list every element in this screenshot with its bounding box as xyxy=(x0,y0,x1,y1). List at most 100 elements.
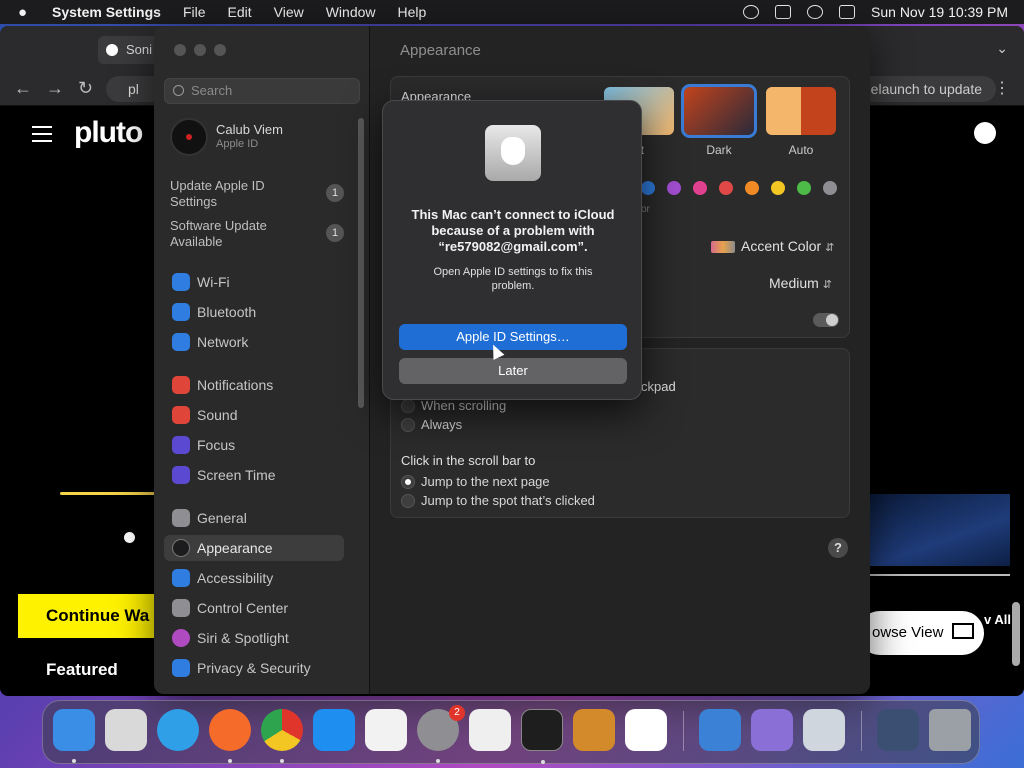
forward-arrow-icon[interactable]: → xyxy=(46,78,64,99)
menu-edit[interactable]: Edit xyxy=(228,4,252,20)
sidebar-item-sound[interactable]: Sound xyxy=(164,402,344,428)
sidebar-item-accessibility[interactable]: Accessibility xyxy=(164,565,344,591)
reload-icon[interactable]: ↻ xyxy=(78,78,93,99)
apple-menu-icon[interactable]: ● xyxy=(18,4,38,21)
terminal-icon[interactable] xyxy=(521,709,563,764)
help-button[interactable]: ? xyxy=(828,538,848,558)
system-settings-icon[interactable]: 2 xyxy=(417,705,465,763)
back-arrow-icon[interactable]: ← xyxy=(14,78,32,99)
progress-line xyxy=(60,492,156,495)
theme-dark[interactable]: Dark xyxy=(681,84,757,157)
menu-file[interactable]: File xyxy=(183,4,206,20)
radio-jump-next-page[interactable] xyxy=(401,475,415,489)
menubar-clock[interactable]: Sun Nov 19 10:39 PM xyxy=(871,4,1008,20)
screen-mirror-icon[interactable] xyxy=(775,5,792,19)
theme-auto[interactable]: Auto xyxy=(765,87,837,157)
safari-icon[interactable] xyxy=(157,709,199,751)
wallpaper-tinting-toggle[interactable] xyxy=(813,313,839,327)
sidebar-item-siri-spotlight[interactable]: Siri & Spotlight xyxy=(164,625,344,651)
sidebar-item-focus[interactable]: Focus xyxy=(164,432,344,458)
vscode-icon[interactable] xyxy=(625,709,667,751)
sidebar-item-network[interactable]: Network xyxy=(164,329,344,355)
chrome-icon[interactable] xyxy=(261,709,303,763)
user-account-icon[interactable] xyxy=(974,122,996,144)
trash-icon[interactable] xyxy=(929,709,971,751)
more-menu-icon[interactable]: ⋮ xyxy=(994,78,1010,98)
minimize-window-button[interactable] xyxy=(194,44,206,56)
scroll-bars-label-partial: ckpad xyxy=(641,379,676,394)
browse-view-button[interactable]: owse View xyxy=(858,611,984,655)
later-button[interactable]: Later xyxy=(399,358,627,384)
menu-view[interactable]: View xyxy=(274,4,304,20)
zoom-window-button[interactable] xyxy=(214,44,226,56)
view-all-link[interactable]: v All xyxy=(984,612,1011,627)
sidebar-item-appearance[interactable]: Appearance xyxy=(164,535,344,561)
video-thumbnail[interactable] xyxy=(870,494,1010,566)
sidebar-item-control-center[interactable]: Control Center xyxy=(164,595,344,621)
accent-yellow[interactable] xyxy=(771,181,785,195)
play-icon[interactable] xyxy=(743,5,760,19)
jump-next-page-option[interactable]: Jump to the next page xyxy=(401,473,550,491)
firefox-icon[interactable] xyxy=(209,709,251,763)
close-window-button[interactable] xyxy=(174,44,186,56)
radio-label: When scrolling xyxy=(421,398,507,413)
control-center-icon[interactable] xyxy=(839,5,856,19)
garageband-icon[interactable] xyxy=(573,709,615,751)
accent-orange[interactable] xyxy=(745,181,759,195)
downloads-icon[interactable] xyxy=(877,709,919,751)
sidebar-item-label: Accessibility xyxy=(197,570,274,586)
apple-id-account[interactable]: Calub Viem Apple ID xyxy=(170,118,360,158)
sidebar-item-notifications[interactable]: Notifications xyxy=(164,372,344,398)
show-scroll-always[interactable]: Always xyxy=(401,416,462,434)
menu-window[interactable]: Window xyxy=(326,4,376,20)
app-store-icon[interactable] xyxy=(313,709,355,751)
alert-message: Open Apple ID settings to fix this probl… xyxy=(433,266,593,292)
menu-help[interactable]: Help xyxy=(398,4,427,20)
software-update-notice[interactable]: Software Update Available 1 xyxy=(170,218,360,250)
hamburger-menu-icon[interactable] xyxy=(32,126,52,142)
sidebar-scrollbar[interactable] xyxy=(358,118,364,408)
sidebar-item-general[interactable]: General xyxy=(164,505,344,531)
chevron-updown-icon: ⇵ xyxy=(825,242,835,254)
radio-when-scrolling[interactable] xyxy=(401,399,415,413)
search-input[interactable]: Search xyxy=(164,78,360,104)
hourglass-icon xyxy=(172,466,190,484)
archive-icon[interactable] xyxy=(751,709,793,751)
accent-purple[interactable] xyxy=(667,181,681,195)
update-apple-id-notice[interactable]: Update Apple ID Settings 1 xyxy=(170,178,360,210)
running-indicator xyxy=(228,759,232,763)
radio-jump-spot[interactable] xyxy=(401,494,415,508)
accent-pink[interactable] xyxy=(693,181,707,195)
notice-label: Software Update Available xyxy=(170,218,267,249)
spotlight-search-icon[interactable] xyxy=(807,5,824,19)
jump-spot-clicked-option[interactable]: Jump to the spot that’s clicked xyxy=(401,492,595,510)
finder-icon[interactable] xyxy=(53,709,95,763)
sidebar-icon-size-select[interactable]: Medium ⇵ xyxy=(769,275,832,291)
pluto-logo[interactable]: pluto xyxy=(74,116,143,150)
menu-app-name[interactable]: System Settings xyxy=(52,4,161,20)
textedit-icon[interactable] xyxy=(469,709,511,751)
sidebar-item-bluetooth[interactable]: Bluetooth xyxy=(164,299,344,325)
carousel-dot[interactable] xyxy=(124,532,135,543)
launchpad-icon[interactable] xyxy=(105,709,147,751)
gear-icon xyxy=(172,509,190,527)
freeform-icon[interactable] xyxy=(365,709,407,751)
accent-green[interactable] xyxy=(797,181,811,195)
accent-graphite[interactable] xyxy=(823,181,837,195)
accent-red[interactable] xyxy=(719,181,733,195)
preview-icon[interactable] xyxy=(803,709,845,751)
apple-id-settings-button[interactable]: Apple ID Settings… xyxy=(399,324,627,350)
accent-blue[interactable] xyxy=(641,181,655,195)
continue-watching-button[interactable]: Continue Wa xyxy=(18,594,158,638)
radio-always[interactable] xyxy=(401,418,415,432)
sidebar-item-screen-time[interactable]: Screen Time xyxy=(164,462,344,488)
icloud-weather-icon[interactable] xyxy=(699,709,741,751)
browser-scrollbar[interactable] xyxy=(1012,602,1020,666)
chevron-down-icon[interactable]: ⌄ xyxy=(996,40,1008,57)
account-name: Calub Viem xyxy=(216,122,283,137)
sidebar-item-wifi[interactable]: Wi-Fi xyxy=(164,269,344,295)
chevron-updown-icon: ⇵ xyxy=(822,279,833,291)
highlight-color-select[interactable]: Accent Color ⇵ xyxy=(711,238,834,254)
sidebar-item-privacy-security[interactable]: Privacy & Security xyxy=(164,655,344,681)
account-subtitle: Apple ID xyxy=(216,138,259,150)
